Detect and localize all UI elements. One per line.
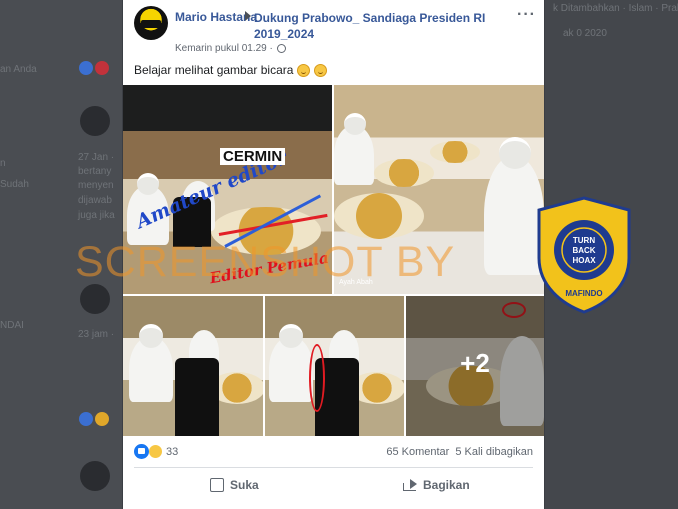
like-reaction-icon — [134, 444, 149, 459]
person-head — [344, 113, 366, 135]
bg-snippet: menyen — [78, 180, 114, 191]
share-count-link[interactable]: 5 Kali dibagikan — [455, 446, 533, 458]
red-circle-annotation — [309, 344, 325, 412]
like-button-label: Suka — [230, 478, 259, 492]
bg-snippet: bertany — [78, 166, 112, 177]
bg-snippet: an Anda — [0, 64, 37, 75]
post-stats: 65 Komentar 5 Kali dibagikan — [386, 446, 533, 458]
reaction-summary[interactable]: 33 — [134, 444, 178, 459]
badge-logo-line: TURN — [573, 236, 595, 245]
arrow-right-icon — [245, 11, 251, 21]
badge-logo-line: BACK — [572, 246, 595, 255]
post-photo-4[interactable] — [265, 296, 404, 436]
badge-bottom-text: MAFINDO — [565, 289, 602, 298]
bg-snippet: ak 0 2020 — [563, 28, 607, 39]
person-head — [279, 324, 303, 348]
post-text-content: Belajar melihat gambar bicara — [134, 63, 294, 77]
share-arrow-icon — [403, 479, 417, 491]
comment-count-link[interactable]: 65 Komentar — [386, 446, 449, 458]
divider — [134, 467, 533, 468]
post-photo-5[interactable]: +2 — [406, 296, 544, 436]
bg-snippet: dijawab — [78, 195, 112, 206]
bg-snippet: k Ditambahkan · Islam · Prabowo — [553, 3, 678, 14]
badge-logo-line: HOAX — [572, 256, 596, 265]
post-photo-3[interactable] — [123, 296, 263, 436]
cermin-label: CERMIN — [220, 148, 286, 165]
bg-reaction-icons — [79, 412, 109, 426]
bg-snippet: 23 jam · — [78, 329, 115, 340]
bg-snippet: juga jika — [78, 210, 115, 221]
share-button-label: Bagikan — [423, 478, 470, 492]
more-options-icon[interactable]: ··· — [517, 6, 536, 24]
author-avatar[interactable] — [134, 6, 168, 40]
person-head — [499, 137, 531, 169]
bg-avatar — [80, 461, 110, 491]
post-header: Mario Hastana Dukung Prabowo_ Sandiaga P… — [123, 0, 544, 60]
bg-snippet: NDAI — [0, 320, 24, 331]
bg-snippet: Sudah — [0, 179, 29, 190]
grinning-emoji-icon — [297, 63, 311, 77]
screenshot-watermark: SCREENSHOT BY — [75, 238, 456, 286]
share-button[interactable]: Bagikan — [403, 478, 470, 492]
grinning-emoji-icon — [314, 63, 328, 77]
food-platter — [430, 141, 480, 163]
bg-snippet: n — [0, 158, 6, 169]
person-head — [137, 173, 159, 195]
food-platter — [334, 193, 424, 239]
globe-icon — [276, 44, 286, 53]
like-button[interactable]: Suka — [210, 478, 259, 492]
timestamp-text: Kemarin pukul 01.29 · — [175, 43, 273, 54]
haha-reaction-icon — [148, 444, 163, 459]
post-timestamp[interactable]: Kemarin pukul 01.29 · — [175, 43, 286, 54]
reaction-count: 33 — [166, 445, 179, 458]
food-platter — [374, 159, 434, 187]
more-photos-count[interactable]: +2 — [406, 348, 544, 379]
bg-avatar — [80, 284, 110, 314]
person-head — [139, 324, 163, 348]
group-name-link[interactable]: Dukung Prabowo_ Sandiaga Presiden RI 201… — [254, 10, 504, 42]
dark-figure — [175, 358, 219, 436]
bg-snippet: 27 Jan · — [78, 152, 115, 163]
thumbs-up-icon — [210, 478, 224, 492]
bg-reaction-icons — [79, 61, 109, 75]
mafindo-badge-logo: TURN BACK HOAX MAFINDO — [537, 196, 631, 314]
post-text: Belajar melihat gambar bicara — [134, 63, 328, 77]
bg-avatar — [80, 106, 110, 136]
